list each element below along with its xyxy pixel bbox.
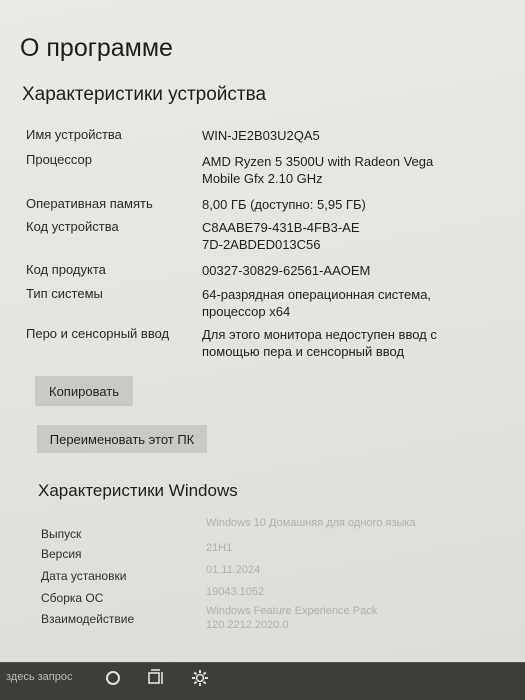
- rename-pc-button[interactable]: Переименовать этот ПК: [37, 425, 207, 453]
- spec-value-ram: 8,00 ГБ (доступно: 5,95 ГБ): [202, 197, 366, 212]
- spec-label-device-id: Код устройства: [26, 219, 119, 234]
- settings-icon[interactable]: [190, 668, 210, 688]
- win-label-os-build: Сборка ОС: [41, 591, 104, 605]
- spec-value-processor: AMD Ryzen 5 3500U with Radeon Vega Mobil…: [202, 154, 434, 186]
- win-label-version: Версия: [41, 547, 82, 561]
- spec-value-product-id: 00327-30829-62561-AAOEM: [202, 263, 371, 278]
- spec-label-ram: Оперативная память: [26, 196, 153, 211]
- page-title: О программе: [20, 34, 173, 62]
- spec-value-device-name: WIN-JE2B03U2QA5: [202, 128, 320, 143]
- about-settings-page: О программе Характеристики устройства Им…: [0, 0, 525, 662]
- windows-specs-title: Характеристики Windows: [38, 481, 238, 500]
- win-value-os-build: 19043.1052: [206, 586, 265, 598]
- spec-value-pen-touch: Для этого монитора недоступен ввод с пом…: [202, 327, 437, 359]
- win-value-experience: Windows Feature Experience Pack 120.2212…: [206, 605, 378, 631]
- win-label-experience: Взаимодействие: [41, 612, 135, 626]
- device-specs-title: Характеристики устройства: [22, 84, 267, 105]
- spec-label-processor: Процессор: [26, 152, 92, 167]
- win-label-edition: Выпуск: [41, 527, 82, 541]
- cortana-icon[interactable]: [103, 668, 123, 688]
- task-view-icon[interactable]: [146, 668, 166, 688]
- spec-label-pen-touch: Перо и сенсорный ввод: [26, 326, 170, 341]
- taskbar-search-box[interactable]: здесь запрос: [6, 671, 72, 683]
- spec-label-product-id: Код продукта: [26, 262, 106, 277]
- spec-label-device-name: Имя устройства: [26, 127, 122, 142]
- win-value-version: 21H1: [206, 542, 233, 554]
- spec-label-system-type: Тип системы: [26, 286, 103, 301]
- spec-value-device-id: C8AABE79-431B-4FB3-AE7D-2ABDED013C56: [202, 220, 360, 252]
- win-value-install-date: 01.11.2024: [206, 564, 261, 576]
- spec-value-system-type: 64-разрядная операционная система, проце…: [202, 287, 432, 319]
- copy-button[interactable]: Копировать: [35, 376, 133, 406]
- win-value-edition: Windows 10 Домашняя для одного языка: [206, 517, 416, 529]
- taskbar: здесь запрос: [0, 662, 525, 700]
- win-label-install-date: Дата установки: [41, 569, 127, 583]
